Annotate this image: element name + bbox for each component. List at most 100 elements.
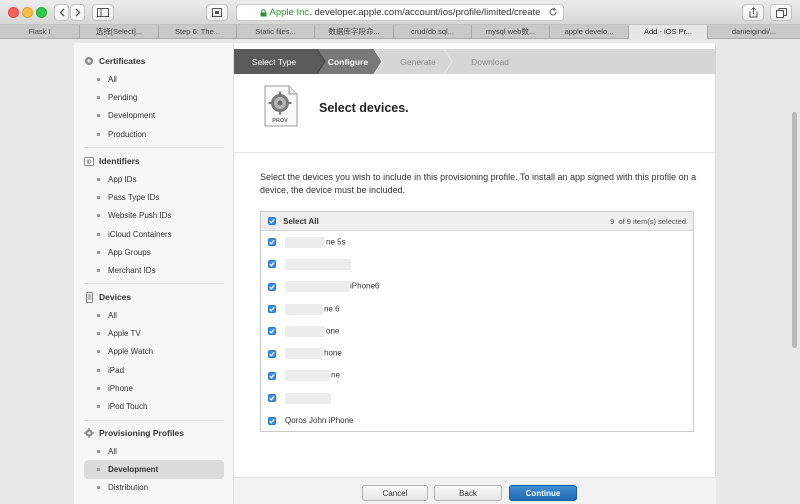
browser-tab[interactable]: Static files... [237,25,315,39]
bullet-icon [97,350,100,354]
sidebar-item-merchant-ids[interactable]: Merchant IDs [74,261,233,279]
sidebar-item-production[interactable]: Production [74,125,233,143]
sidebar-heading-devices[interactable]: Devices [74,288,233,306]
device-checkbox[interactable] [268,416,276,425]
device-row[interactable]: ne 6 [261,298,693,320]
bullet-icon [97,331,100,335]
cancel-button[interactable]: Cancel [362,485,428,501]
sidebar-item-profiles-all[interactable]: All [74,442,233,460]
sidebar-item-apple-tv[interactable]: Apple TV [74,324,233,342]
device-row[interactable]: iPhone6 [261,276,693,298]
browser-tab[interactable]: apple develo... [550,25,629,39]
address-company: Apple Inc. [269,7,312,18]
bullet-icon [97,313,100,317]
bullet-icon [97,486,100,490]
share-button[interactable] [742,4,764,21]
forward-nav-button[interactable] [70,4,85,21]
scrollbar[interactable] [792,112,797,348]
device-icon [84,291,94,303]
browser-toolbar: Apple Inc. developer.apple.com/account/i… [0,0,800,25]
sidebar-item-app-groups[interactable]: App Groups [74,243,233,261]
device-checkbox[interactable] [268,371,276,380]
sidebar-item-ipad[interactable]: iPad [74,361,233,379]
sidebar-item-devices-all[interactable]: All [74,306,233,324]
page-description: Select the devices you wish to include i… [260,172,697,195]
browser-tab[interactable]: Flask I [0,25,80,39]
browser-tab[interactable]: Step 6: The... [159,25,237,39]
device-checkbox[interactable] [268,327,276,336]
browser-tab-active[interactable]: Add - iOS Pr... [629,25,708,39]
select-all-label[interactable]: Select All [283,217,319,226]
redacted-text [285,236,325,248]
tabs-overview-button[interactable] [770,4,792,21]
device-row[interactable] [261,387,693,409]
bullet-icon [97,132,100,136]
device-row[interactable]: ne [261,365,693,387]
redacted-text [285,370,330,382]
close-window-button[interactable] [8,7,19,18]
bullet-icon [97,232,100,236]
device-row[interactable]: one [261,320,693,342]
device-row[interactable]: hone [261,342,693,364]
checkmark-icon [269,239,275,245]
checkmark-icon [269,284,275,290]
sidebar-section-certificates: Certificates All Pending Development Pro… [74,52,233,143]
sidebar-item-website-push-ids[interactable]: Website Push IDs [74,207,233,225]
browser-tab[interactable]: crud/db.sql... [394,25,472,39]
page-gutter-left [0,43,74,504]
reload-icon[interactable] [548,7,558,17]
zoom-window-button[interactable] [36,7,47,18]
chevron-right-icon [75,8,80,17]
sidebar-item-icloud-containers[interactable]: iCloud Containers [74,225,233,243]
checkmark-icon [269,262,275,268]
chevron-left-icon [59,8,64,17]
checkmark-icon [269,306,275,312]
device-checkbox[interactable] [268,305,276,314]
minimize-window-button[interactable] [22,7,33,18]
sidebar-item-distribution[interactable]: Distribution [74,479,233,497]
share-icon [749,7,757,18]
device-list-header: Select All 9 of 9 item(s) selected [261,212,693,231]
back-nav-button[interactable] [54,4,69,21]
reader-icon [212,8,222,17]
checkmark-icon [269,418,275,424]
sidebar-section-devices: Devices All Apple TV Apple Watch iPad iP… [74,288,233,416]
sidebar-item-certificates-all[interactable]: All [74,70,233,88]
gear-icon [84,428,94,438]
sidebar-item-ipod-touch[interactable]: iPod Touch [74,397,233,415]
back-button[interactable]: Back [434,485,502,501]
browser-tab[interactable]: 选择[Select]... [80,25,159,39]
browser-tab[interactable]: danieigindi/... [708,25,800,39]
device-row[interactable]: ne 5s [261,231,693,253]
bullet-icon [97,405,100,409]
sidebar-toggle-button[interactable] [92,4,114,21]
device-checkbox[interactable] [268,349,276,358]
sidebar-item-pending[interactable]: Pending [74,88,233,106]
continue-button[interactable]: Continue [509,485,577,501]
device-checkbox[interactable] [268,260,276,269]
device-checkbox[interactable] [268,282,276,291]
sidebar-item-certificates-development[interactable]: Development [74,107,233,125]
browser-tab[interactable]: mysql web数... [472,25,550,39]
sidebar-item-profiles-development[interactable]: Development [84,460,224,479]
select-all-checkbox[interactable] [268,217,276,225]
redacted-text [285,303,323,315]
device-checkbox[interactable] [268,238,276,247]
device-row[interactable]: Qoros John iPhone [261,409,693,431]
checkmark-icon [269,373,275,379]
address-bar[interactable]: Apple Inc. developer.apple.com/account/i… [236,4,564,21]
reader-button[interactable] [206,4,228,21]
sidebar-heading-certificates[interactable]: Certificates [74,52,233,70]
sidebar-item-iphone[interactable]: iPhone [74,379,233,397]
sidebar-heading-profiles[interactable]: Provisioning Profiles [74,424,233,442]
device-name: iPhone6 [285,281,379,293]
device-row[interactable] [261,253,693,275]
step-configure: Configure [327,56,369,67]
sidebar-item-app-ids[interactable]: App IDs [74,170,233,188]
sidebar-item-pass-type-ids[interactable]: Pass Type IDs [74,188,233,206]
redacted-text [285,392,331,404]
browser-tab[interactable]: 数据库字段命... [315,25,394,39]
device-checkbox[interactable] [268,394,276,403]
sidebar-item-apple-watch[interactable]: Apple Watch [74,343,233,361]
sidebar-heading-identifiers[interactable]: ID Identifiers [74,152,233,170]
